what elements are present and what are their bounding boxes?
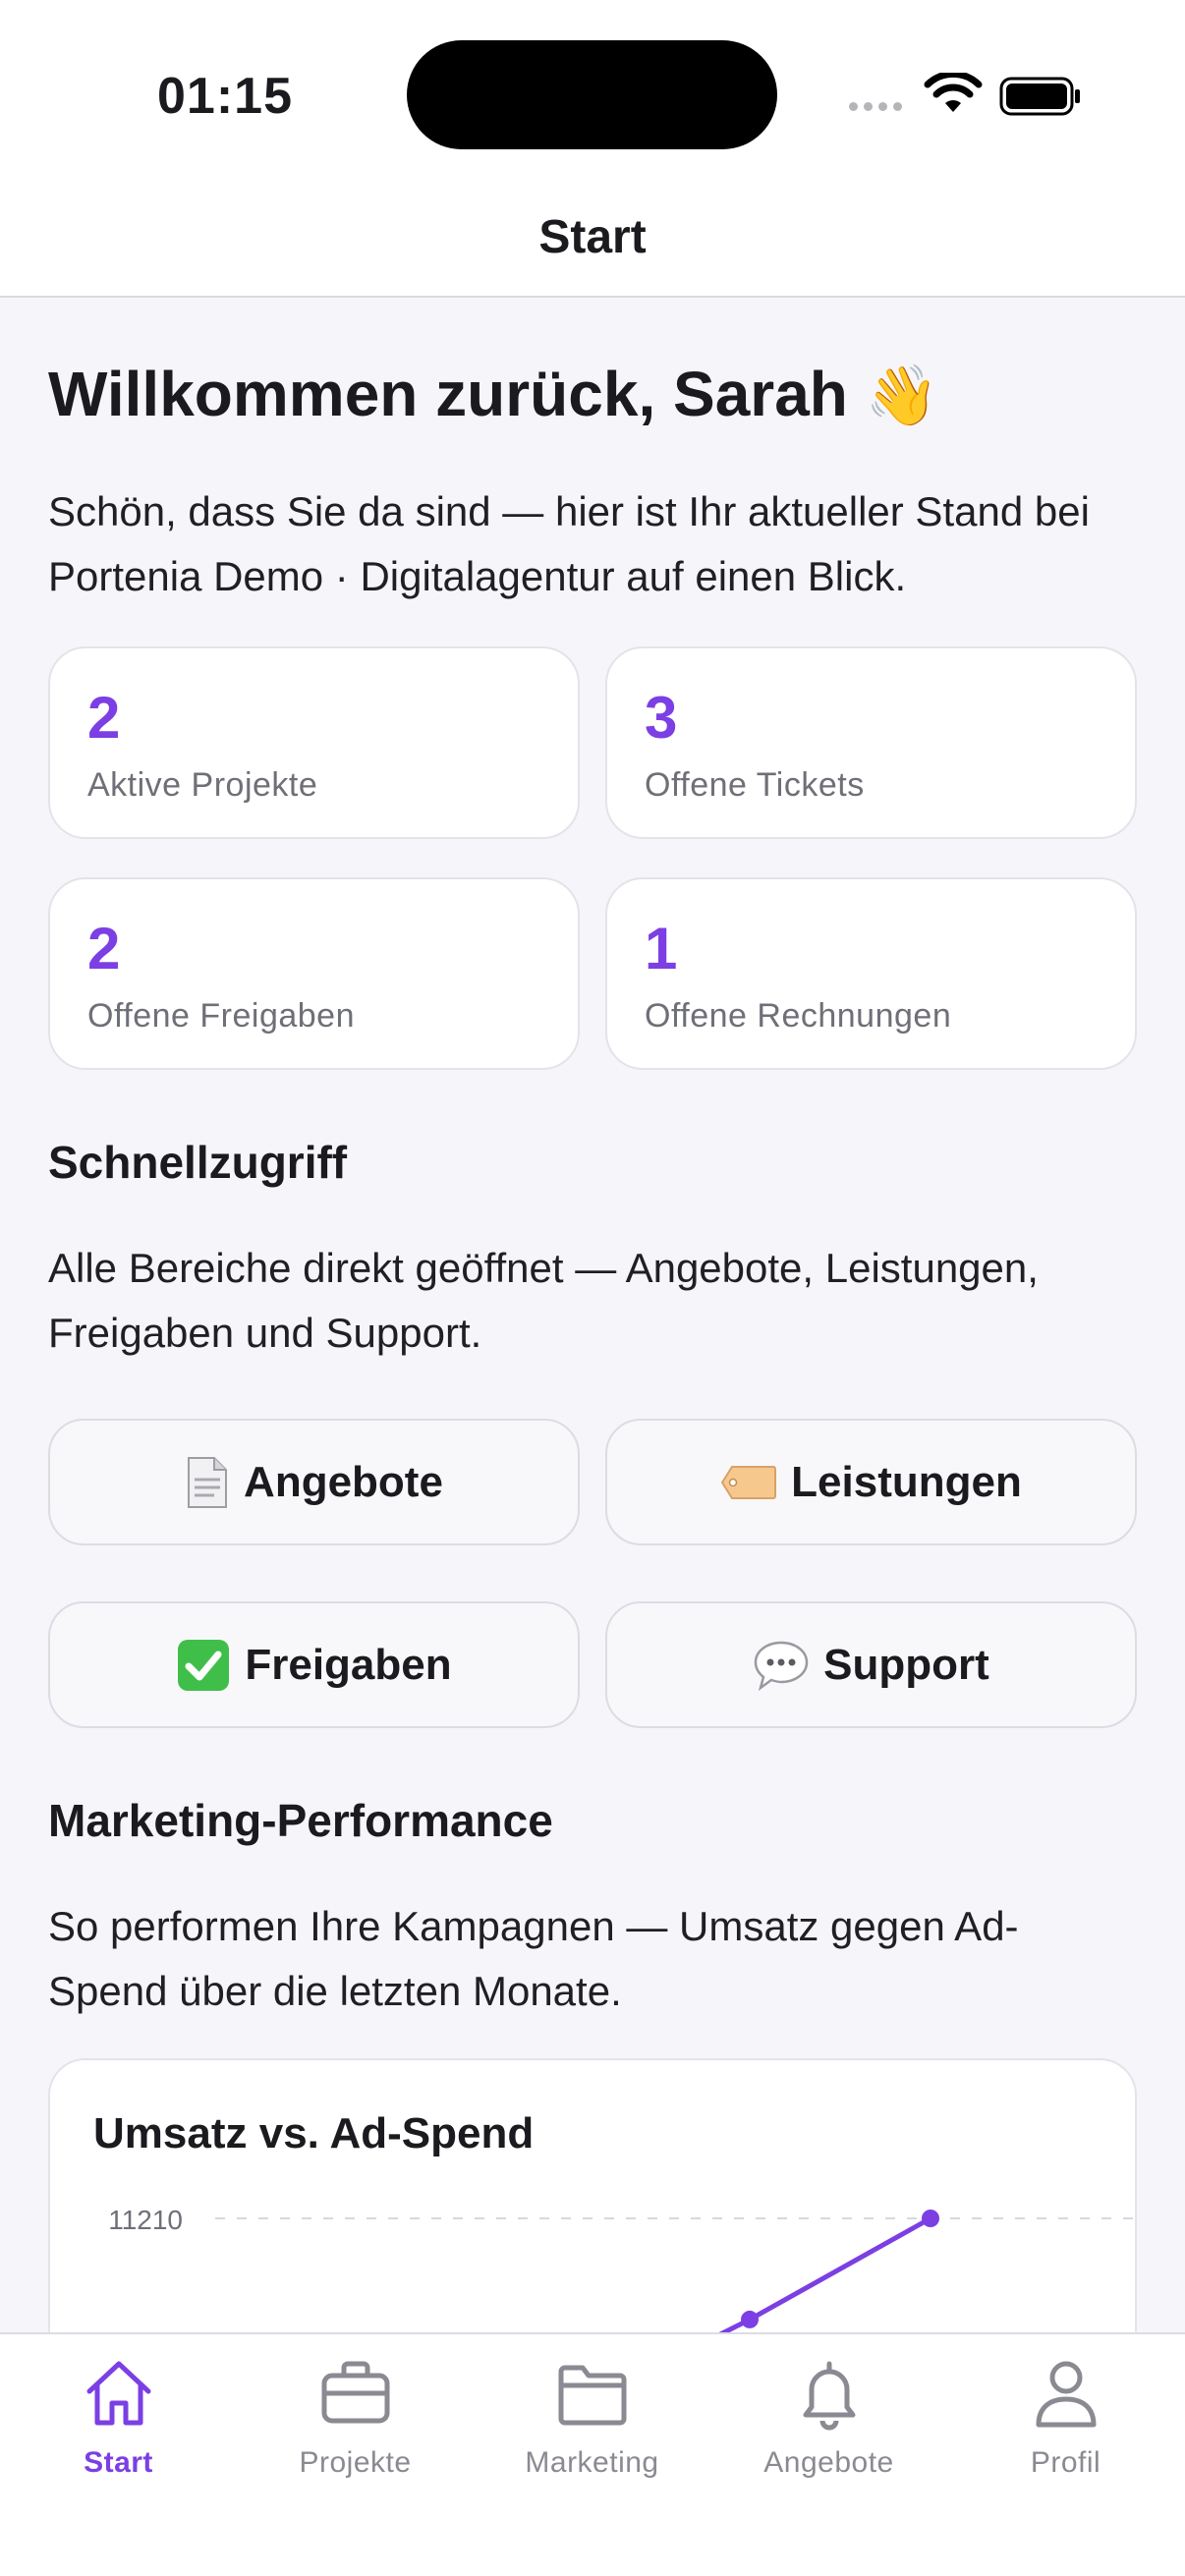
speech-bubble-icon (753, 1640, 810, 1691)
tab-marketing[interactable]: Marketing (474, 2356, 710, 2480)
cellular-signal-icon (849, 102, 902, 111)
stat-card-open-approvals[interactable]: 2 Offene Freigaben (48, 877, 580, 1070)
top-bar: 01:15 Start (0, 0, 1185, 298)
welcome-title-text: Willkommen zurück, Sarah (48, 359, 848, 429)
stat-card-active-projects[interactable]: 2 Aktive Projekte (48, 646, 580, 839)
briefcase-icon (321, 2361, 389, 2424)
data-point (922, 2210, 939, 2227)
waving-hand-icon: 👋 (865, 363, 939, 428)
tab-label: Projekte (299, 2446, 412, 2479)
tab-projects[interactable]: Projekte (237, 2356, 474, 2480)
tab-profile[interactable]: Profil (947, 2356, 1184, 2480)
folder-icon (558, 2365, 626, 2426)
support-button-label: Support (823, 1640, 989, 1689)
tab-label: Angebote (763, 2446, 894, 2479)
bell-icon (803, 2361, 855, 2431)
welcome-text: Schön, dass Sie da sind — hier ist Ihr a… (48, 488, 1090, 599)
person-icon (1036, 2361, 1096, 2428)
stat-label: Offene Rechnungen (645, 997, 952, 1035)
services-button[interactable]: Leistungen (605, 1419, 1137, 1545)
tab-offers[interactable]: Angebote (710, 2356, 947, 2480)
tab-label: Marketing (525, 2446, 659, 2479)
stat-value: 1 (645, 916, 678, 981)
stat-card-open-invoices[interactable]: 1 Offene Rechnungen (605, 877, 1137, 1070)
stat-label: Aktive Projekte (87, 766, 318, 804)
wifi-icon (924, 73, 983, 112)
stat-value: 2 (87, 916, 121, 981)
offers-button-label: Angebote (244, 1457, 443, 1506)
marketing-text: So performen Ihre Kampagnen — Umsatz geg… (48, 1903, 1019, 2014)
stat-label: Offene Tickets (645, 766, 865, 804)
document-icon (185, 1456, 230, 1509)
stat-value: 2 (87, 685, 121, 751)
stat-value: 3 (645, 685, 678, 751)
stat-label: Offene Freigaben (87, 997, 355, 1035)
quick-access-title: Schnellzugriff (48, 1137, 348, 1188)
support-button[interactable]: Support (605, 1601, 1137, 1728)
approvals-button[interactable]: Freigaben (48, 1601, 580, 1728)
stat-card-open-tickets[interactable]: 3 Offene Tickets (605, 646, 1137, 839)
check-icon (176, 1638, 231, 1693)
offers-button[interactable]: Angebote (48, 1419, 580, 1545)
tab-bar: Start Projekte Marketing Angebote Profil (0, 2332, 1185, 2576)
tab-label: Profil (1030, 2446, 1101, 2479)
data-point (741, 2310, 759, 2328)
approvals-button-label: Freigaben (245, 1640, 452, 1689)
welcome-heading: Willkommen zurück, Sarah 👋 (48, 358, 938, 430)
page-title: Start (538, 211, 647, 263)
y-tick-label: 11210 (108, 2205, 183, 2235)
tag-icon (720, 1465, 777, 1500)
marketing-title: Marketing-Performance (48, 1795, 553, 1846)
battery-icon (999, 77, 1080, 116)
services-button-label: Leistungen (791, 1457, 1022, 1506)
tab-start[interactable]: Start (0, 2356, 237, 2480)
tab-label: Start (84, 2446, 153, 2479)
status-time: 01:15 (157, 68, 293, 125)
home-icon (86, 2361, 150, 2426)
quick-access-text: Alle Bereiche direkt geöffnet — Angebote… (48, 1245, 1039, 1356)
dynamic-island (407, 40, 777, 149)
